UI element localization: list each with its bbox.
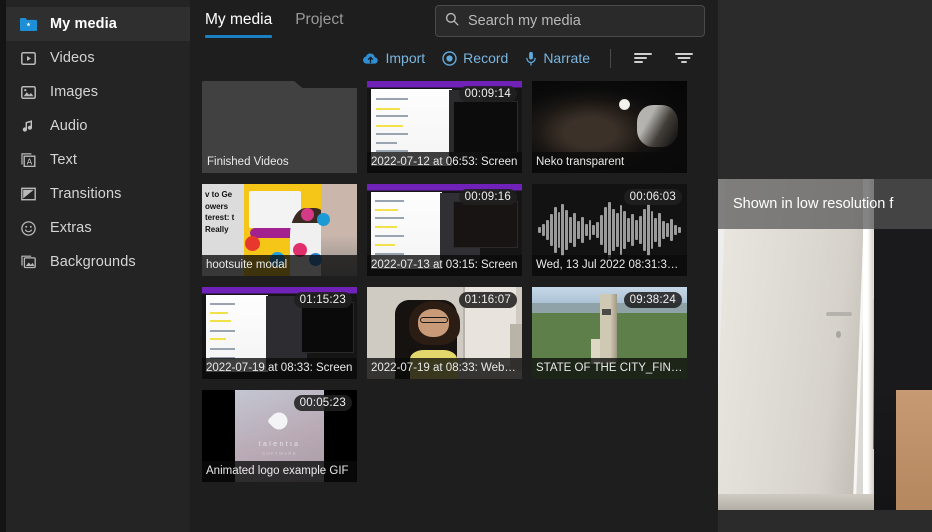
music-note-icon — [20, 118, 37, 135]
record-button[interactable]: Record — [442, 50, 508, 66]
duration-badge: 00:09:14 — [459, 86, 517, 102]
sidebar-item-label: Transitions — [50, 186, 121, 202]
microphone-icon — [525, 51, 537, 66]
media-item[interactable]: Neko transparent — [532, 81, 697, 184]
low-resolution-text: Shown in low resolution f — [733, 196, 893, 212]
thumbnail-doc-text: v to Ge owers terest: t Really — [202, 184, 245, 235]
media-item[interactable]: Finished Videos — [202, 81, 367, 184]
media-item-title: Neko transparent — [532, 152, 687, 173]
low-resolution-notice: Shown in low resolution f — [718, 179, 932, 229]
search-input[interactable] — [468, 13, 695, 29]
duration-badge: 01:16:07 — [459, 292, 517, 308]
sidebar-item-audio[interactable]: Audio — [6, 109, 190, 143]
media-item-title: Animated logo example GIF — [202, 461, 357, 482]
media-item-title: 2022-07-19 at 08:33: Webcam — [367, 358, 522, 379]
media-item-title: Wed, 13 Jul 2022 08:31:39 GMT — [532, 255, 687, 276]
media-item[interactable]: 00:06:03 Wed, 13 Jul 2022 08:31:39 GMT — [532, 184, 697, 287]
media-item-title: 2022-07-13 at 03:15: Screen — [367, 255, 522, 276]
record-circle-icon — [442, 51, 457, 66]
media-item[interactable]: talentia SOFTWARE 00:05:23 Animated logo… — [202, 390, 367, 493]
image-icon — [20, 84, 37, 101]
text-icon: A — [20, 152, 37, 169]
sidebar-item-label: Videos — [50, 50, 95, 66]
tab-bar: My media Project — [190, 0, 718, 43]
sidebar-item-label: Audio — [50, 118, 88, 134]
backgrounds-icon — [20, 254, 37, 271]
media-item[interactable]: 01:15:23 2022-07-19 at 08:33: Screen — [202, 287, 367, 390]
toolbar-divider — [610, 49, 611, 68]
sidebar-item-backgrounds[interactable]: Backgrounds — [6, 245, 190, 279]
duration-badge: 09:38:24 — [624, 292, 682, 308]
narrate-button[interactable]: Narrate — [525, 50, 590, 66]
svg-text:A: A — [27, 157, 33, 166]
sidebar-item-label: Backgrounds — [50, 254, 136, 270]
media-item[interactable]: 00:09:16 2022-07-13 at 03:15: Screen — [367, 184, 532, 287]
search-box[interactable] — [435, 5, 705, 37]
sidebar-item-label: Extras — [50, 220, 92, 236]
waveform — [538, 201, 681, 259]
video-icon — [20, 50, 37, 67]
media-item-title: 2022-07-12 at 06:53: Screen — [367, 152, 522, 173]
sidebar-item-videos[interactable]: Videos — [6, 41, 190, 75]
media-item[interactable]: 01:16:07 2022-07-19 at 08:33: Webcam — [367, 287, 532, 390]
sidebar-item-text[interactable]: A Text — [6, 143, 190, 177]
folder-media-icon — [20, 16, 37, 33]
sidebar-item-images[interactable]: Images — [6, 75, 190, 109]
action-bar: Import Record Narrate — [190, 43, 718, 73]
sidebar-item-label: Images — [50, 84, 98, 100]
record-label: Record — [463, 50, 508, 66]
filter-icon[interactable] — [672, 49, 696, 67]
media-panel: My media Project Import — [190, 0, 718, 532]
sidebar-item-my-media[interactable]: My media — [6, 7, 190, 41]
import-button[interactable]: Import — [362, 50, 425, 66]
media-item-title: 2022-07-19 at 08:33: Screen — [202, 358, 357, 379]
media-item[interactable]: v to Ge owers terest: t Really hoots — [202, 184, 367, 287]
sidebar-item-label: My media — [50, 16, 117, 32]
sidebar-item-extras[interactable]: Extras — [6, 211, 190, 245]
search-icon — [445, 12, 468, 31]
duration-badge: 00:06:03 — [624, 189, 682, 205]
media-item-title: hootsuite modal — [202, 255, 357, 276]
duration-badge: 01:15:23 — [294, 292, 352, 308]
media-item-title: STATE OF THE CITY_FINAL_04... — [532, 358, 687, 379]
smiley-icon — [20, 220, 37, 237]
preview-panel: Shown in low resolution f — [718, 0, 932, 532]
duration-badge: 00:09:16 — [459, 189, 517, 205]
tab-label: My media — [205, 11, 272, 28]
narrate-label: Narrate — [543, 50, 590, 66]
cloud-upload-icon — [362, 52, 379, 65]
transitions-icon — [20, 186, 37, 203]
media-bin-window: My media Videos Images Audio A Text — [0, 0, 932, 532]
sidebar-item-label: Text — [50, 152, 77, 168]
import-label: Import — [385, 50, 425, 66]
media-grid: Finished Videos — [190, 73, 718, 493]
sidebar: My media Videos Images Audio A Text — [6, 0, 190, 532]
tab-my-media[interactable]: My media — [205, 11, 272, 38]
media-item-title: Finished Videos — [202, 153, 357, 173]
media-item[interactable]: 00:09:14 2022-07-12 at 06:53: Screen — [367, 81, 532, 184]
tab-project[interactable]: Project — [295, 11, 343, 38]
sidebar-item-transitions[interactable]: Transitions — [6, 177, 190, 211]
sort-icon[interactable] — [631, 49, 655, 67]
duration-badge: 00:05:23 — [294, 395, 352, 411]
tab-label: Project — [295, 11, 343, 28]
media-item[interactable]: 09:38:24 STATE OF THE CITY_FINAL_04... — [532, 287, 697, 390]
